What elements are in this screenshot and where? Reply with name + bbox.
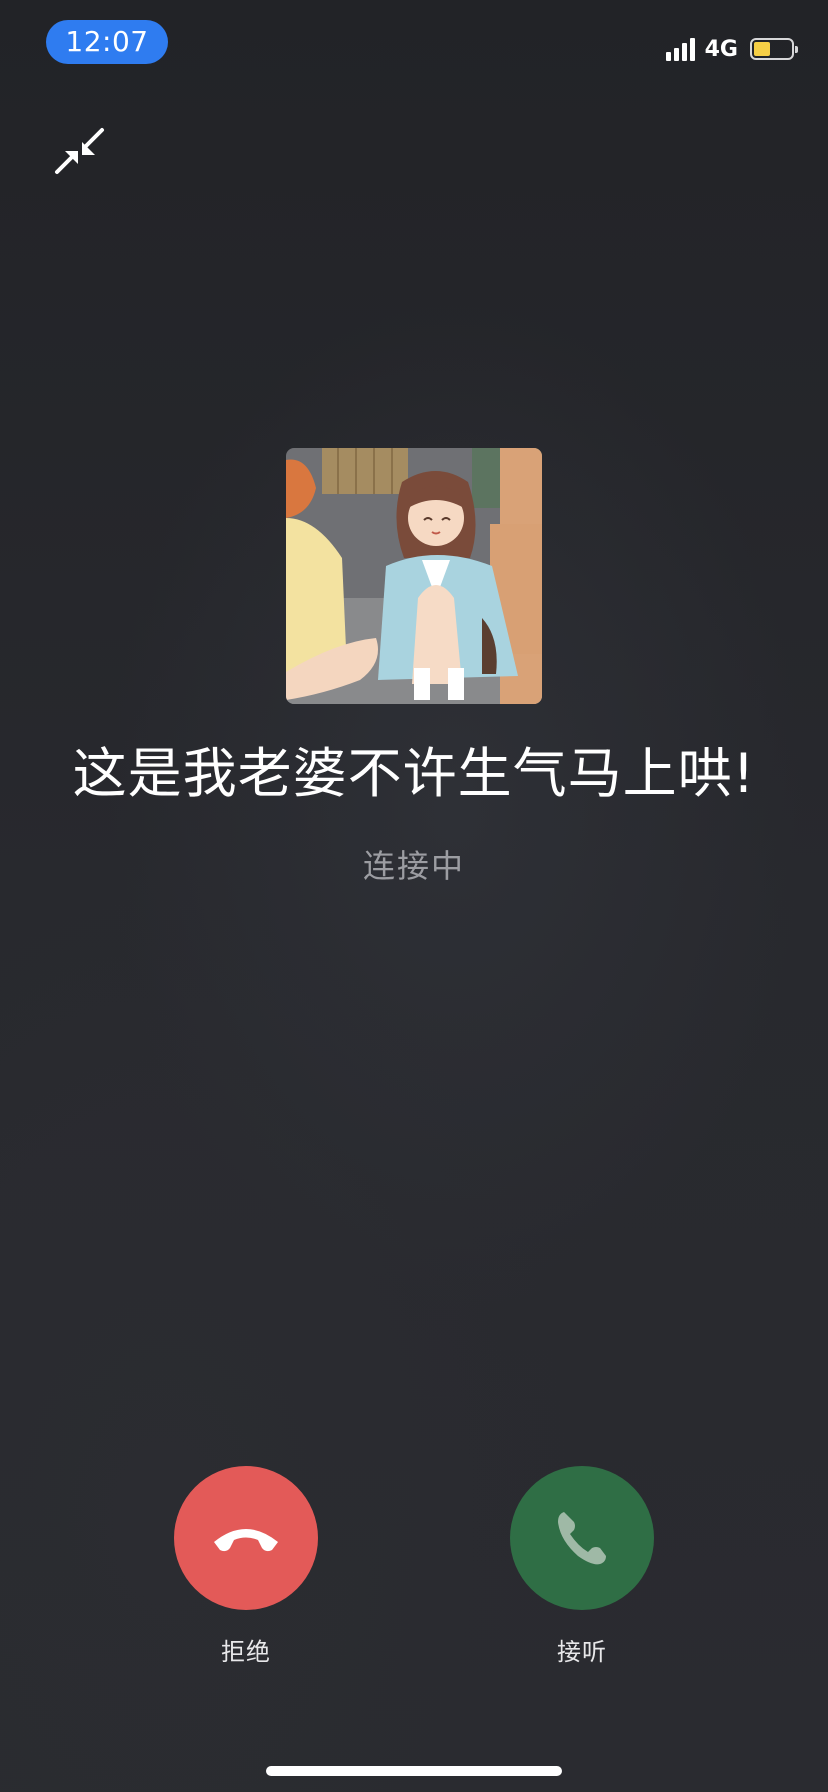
call-status: 连接中 — [362, 847, 465, 885]
caller-name: 这是我老婆不许生气马上哄! — [72, 742, 756, 805]
decline-button[interactable] — [174, 1466, 318, 1610]
status-indicators: 4G — [665, 36, 798, 62]
decline-label: 拒绝 — [221, 1638, 271, 1666]
minimize-button[interactable] — [50, 122, 110, 182]
caller-avatar — [286, 448, 542, 704]
hang-up-phone-icon — [214, 1529, 278, 1552]
accept-button[interactable] — [510, 1466, 654, 1610]
cellular-signal-icon — [665, 37, 695, 61]
accept-action: 接听 — [482, 1466, 682, 1668]
minimize-arrows-icon — [55, 128, 104, 174]
home-indicator[interactable] — [266, 1766, 562, 1776]
status-time[interactable]: 12:07 — [46, 20, 168, 64]
network-type: 4G — [704, 36, 738, 62]
battery-icon — [750, 38, 798, 60]
cartoon-couple-avatar — [286, 448, 542, 704]
accept-label: 接听 — [557, 1638, 607, 1666]
decline-action: 拒绝 — [146, 1466, 346, 1668]
phone-answer-icon — [558, 1512, 606, 1565]
battery-level-fill — [754, 42, 770, 56]
incoming-call-screen: 12:07 4G 这是我老婆不许生气马上哄! 连接中 拒绝 接听 — [0, 0, 828, 1792]
